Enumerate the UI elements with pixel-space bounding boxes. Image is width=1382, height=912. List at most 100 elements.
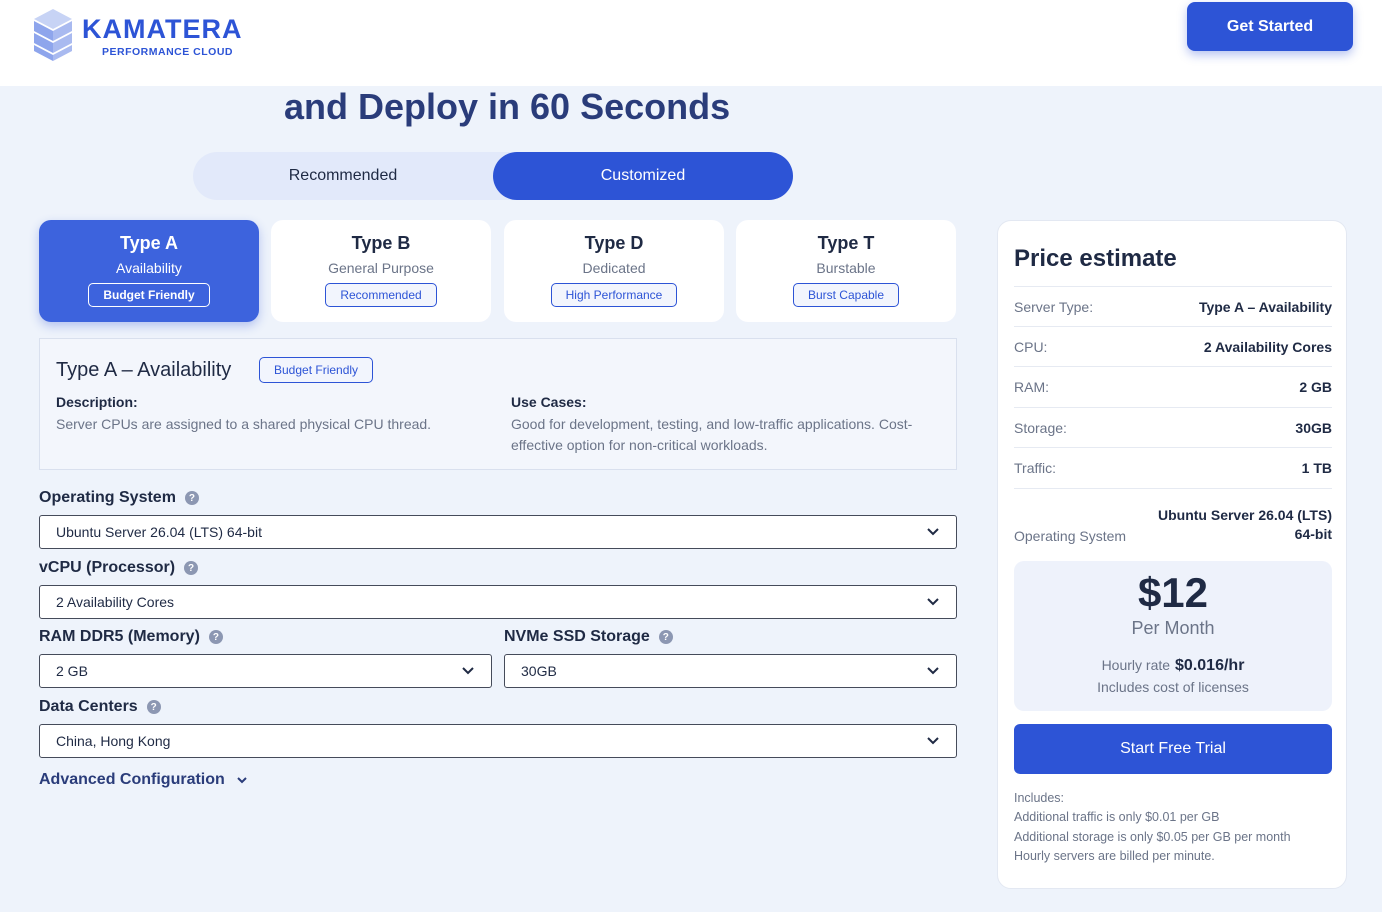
- includes-item: Additional storage is only $0.05 per GB …: [1014, 830, 1291, 844]
- price-row-key: Storage:: [1014, 419, 1067, 436]
- use-cases-text: Good for development, testing, and low-t…: [511, 414, 912, 456]
- datacenter-select[interactable]: China, Hong Kong: [39, 724, 957, 758]
- ram-label: RAM DDR5 (Memory) ?: [39, 628, 223, 646]
- help-icon[interactable]: ?: [208, 630, 223, 644]
- logo-subtitle: PERFORMANCE CLOUD: [102, 46, 233, 58]
- help-icon[interactable]: ?: [658, 630, 673, 644]
- price-estimate-title: Price estimate: [1014, 245, 1177, 272]
- chevron-down-icon: [927, 598, 939, 606]
- price-row-key: RAM:: [1014, 379, 1049, 395]
- top-bar: KAMATERA PERFORMANCE CLOUD Get Started: [0, 0, 1382, 86]
- logo-cube-icon: [34, 9, 72, 61]
- type-card-t[interactable]: Type T Burstable Burst Capable: [736, 220, 956, 322]
- monthly-price-box: $12 Per Month Hourly rate $0.016/hr Inclu…: [1014, 561, 1332, 711]
- licenses-note: Includes cost of licenses: [1097, 679, 1249, 695]
- start-free-trial-button[interactable]: Start Free Trial: [1014, 724, 1332, 774]
- type-card-badge: High Performance: [550, 283, 678, 307]
- type-card-title: Type B: [351, 233, 411, 253]
- os-value-line: 64-bit: [1294, 526, 1332, 542]
- vcpu-select-value: 2 Availability Cores: [56, 594, 175, 610]
- os-select[interactable]: Ubuntu Server 26.04 (LTS) 64-bit: [39, 515, 957, 549]
- chevron-down-icon: [237, 777, 247, 784]
- advanced-configuration-toggle[interactable]: Advanced Configuration: [39, 771, 249, 789]
- storage-select-value: 30GB: [521, 663, 557, 679]
- price-row-key: CPU:: [1014, 338, 1048, 355]
- tab-customized[interactable]: Customized: [493, 152, 793, 200]
- help-icon[interactable]: ?: [184, 561, 199, 575]
- os-select-value: Ubuntu Server 26.04 (LTS) 64-bit: [56, 524, 262, 540]
- chevron-down-icon: [927, 528, 939, 536]
- includes-item: Hourly servers are billed per minute.: [1014, 849, 1215, 863]
- type-card-badge: Burst Capable: [792, 283, 900, 307]
- type-detail-panel: Type A – Availability Budget Friendly De…: [39, 338, 957, 470]
- ram-select[interactable]: 2 GB: [39, 654, 492, 688]
- type-card-title: Type T: [817, 233, 875, 253]
- price-row-key: Server Type:: [1014, 298, 1094, 315]
- type-card-title: Type D: [584, 233, 644, 253]
- price-row-key: Operating System: [1014, 528, 1127, 544]
- use-cases-line: Good for development, testing, and low-t…: [511, 416, 913, 432]
- logo-text: KAMATERA: [82, 14, 243, 44]
- type-card-a[interactable]: Type A Availability Budget Friendly: [39, 220, 259, 322]
- os-label: Operating System ?: [39, 489, 199, 507]
- vcpu-label-text: vCPU (Processor): [39, 559, 176, 576]
- price-row-ram: RAM: 2 GB: [1014, 366, 1332, 407]
- hourly-rate: Hourly rate $0.016/hr: [1014, 657, 1332, 675]
- type-card-subtitle: Burstable: [816, 260, 876, 276]
- use-cases-label: Use Cases:: [511, 394, 587, 410]
- ram-label-text: RAM DDR5 (Memory): [39, 628, 200, 645]
- storage-label: NVMe SSD Storage ?: [504, 628, 673, 646]
- price-row-os: Operating System Ubuntu Server 26.04 (LT…: [1014, 488, 1332, 546]
- advanced-configuration-label: Advanced Configuration: [39, 771, 225, 788]
- vcpu-label: vCPU (Processor) ?: [39, 559, 199, 577]
- type-card-badge: Recommended: [325, 283, 437, 307]
- tab-recommended[interactable]: Recommended: [193, 152, 493, 200]
- get-started-button[interactable]: Get Started: [1187, 2, 1353, 51]
- ram-select-value: 2 GB: [56, 663, 88, 679]
- os-value-line: Ubuntu Server 26.04 (LTS): [1157, 507, 1332, 523]
- price-row-value: Ubuntu Server 26.04 (LTS) 64-bit: [1158, 506, 1332, 544]
- price-row-cpu: CPU: 2 Availability Cores: [1014, 326, 1332, 366]
- datacenter-select-value: China, Hong Kong: [56, 733, 171, 749]
- detail-badge: Budget Friendly: [259, 357, 374, 383]
- type-card-d[interactable]: Type D Dedicated High Performance: [504, 220, 724, 322]
- hourly-rate-label: Hourly rate: [1101, 657, 1171, 673]
- chevron-down-icon: [927, 667, 939, 675]
- datacenter-label: Data Centers ?: [39, 698, 161, 716]
- price-row-key: Traffic:: [1014, 460, 1057, 476]
- help-icon[interactable]: ?: [146, 700, 161, 714]
- price-row-value: 2 Availability Cores: [1203, 338, 1332, 355]
- monthly-price: $12: [1137, 569, 1209, 616]
- price-row-value: 1 TB: [1301, 460, 1332, 476]
- vcpu-select[interactable]: 2 Availability Cores: [39, 585, 957, 619]
- type-card-subtitle: General Purpose: [328, 260, 434, 276]
- includes-label: Includes:: [1014, 791, 1065, 805]
- price-row-traffic: Traffic: 1 TB: [1014, 447, 1332, 488]
- price-row-value: 2 GB: [1299, 379, 1332, 395]
- help-icon[interactable]: ?: [184, 491, 199, 505]
- hourly-rate-value: $0.016/hr: [1175, 657, 1245, 674]
- os-label-text: Operating System: [39, 489, 176, 506]
- price-row-storage: Storage: 30GB: [1014, 407, 1332, 447]
- per-month-label: Per Month: [1131, 618, 1215, 638]
- type-card-badge: Budget Friendly: [88, 283, 210, 307]
- page-headline: and Deploy in 60 Seconds: [284, 86, 731, 127]
- use-cases-line: effective option for non-critical worklo…: [511, 437, 768, 453]
- price-estimate-panel: Price estimate Server Type: Type A – Ava…: [997, 220, 1347, 889]
- datacenter-label-text: Data Centers: [39, 698, 138, 715]
- chevron-down-icon: [927, 737, 939, 745]
- price-row-value: 30GB: [1295, 419, 1332, 436]
- includes-item: Additional traffic is only $0.01 per GB: [1014, 810, 1220, 824]
- description-label: Description:: [56, 394, 138, 410]
- type-card-b[interactable]: Type B General Purpose Recommended: [271, 220, 491, 322]
- type-card-subtitle: Dedicated: [582, 260, 646, 276]
- price-row-server-type: Server Type: Type A – Availability: [1014, 286, 1332, 326]
- chevron-down-icon: [462, 667, 474, 675]
- type-card-title: Type A: [119, 233, 178, 253]
- price-row-value: Type A – Availability: [1198, 298, 1332, 315]
- type-card-subtitle: Availability: [116, 260, 182, 276]
- storage-label-text: NVMe SSD Storage: [504, 628, 650, 645]
- mode-toggle: Recommended Customized: [193, 152, 793, 200]
- detail-title: Type A – Availability: [56, 359, 232, 381]
- storage-select[interactable]: 30GB: [504, 654, 957, 688]
